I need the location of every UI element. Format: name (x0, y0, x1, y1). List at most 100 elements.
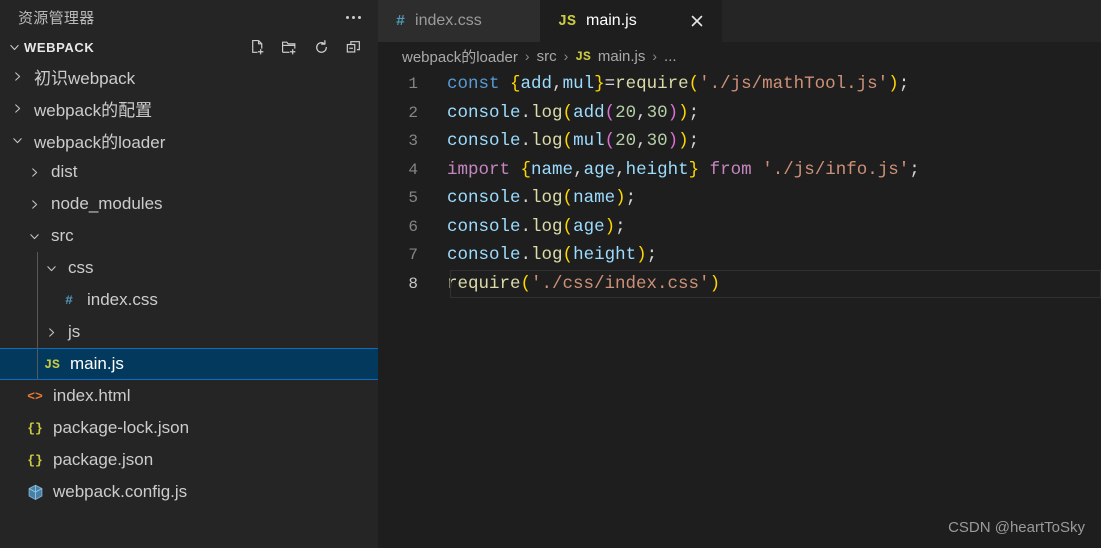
code-line-text: const {add,mul}=require('./js/mathTool.j… (447, 74, 910, 95)
chevron-right-icon (25, 195, 43, 213)
chevron-right-icon (25, 163, 43, 181)
tree-row-label: css (68, 258, 94, 277)
chevron-down-icon (42, 259, 60, 277)
webpack-section-header[interactable]: WEBPACK (0, 34, 378, 60)
line-number: 5 (408, 189, 418, 208)
breadcrumb-item[interactable]: main.js (598, 48, 646, 65)
code-editor[interactable]: 1 const {add,mul}=require('./js/mathTool.… (378, 70, 1101, 548)
line-number: 7 (408, 246, 418, 265)
code-line-text: console.log(height); (447, 245, 658, 266)
tree-row-label: main.js (70, 354, 124, 373)
refresh-icon[interactable] (312, 38, 330, 56)
code-line[interactable]: 4 import {name,age,height} from './js/inf… (378, 156, 1101, 185)
breadcrumb: webpack的loader › src › JS main.js ›... (378, 42, 1101, 70)
editor-area: # index.css JS main.js webpack的loader › src › J… (378, 0, 1101, 548)
tree-row[interactable]: webpack.config.js (0, 476, 378, 508)
editor-tab[interactable]: # index.css (378, 0, 540, 42)
tree-row[interactable]: {} package-lock.json (0, 412, 378, 444)
new-file-icon[interactable] (248, 38, 266, 56)
watermark: CSDN @heartToSky (948, 519, 1085, 536)
tree-row-label: dist (51, 162, 78, 181)
tree-row[interactable]: # index.css (0, 284, 378, 316)
dot-icon (345, 15, 349, 19)
code-line-text: require('./css/index.css') (447, 273, 721, 294)
breadcrumb-item[interactable]: src (537, 48, 557, 65)
tree-row[interactable]: src (0, 220, 378, 252)
code-line[interactable]: 6 console.log(age); (378, 213, 1101, 242)
tree-row[interactable]: js (0, 316, 378, 348)
collapse-all-icon[interactable] (344, 38, 362, 56)
tree-row-label: index.css (87, 290, 158, 309)
code-line-text: console.log(mul(20,30)); (447, 131, 700, 152)
explorer-sidebar: 资源管理器 WEBPACK 初识webpack webpack的配置 webpa… (0, 0, 378, 548)
tab-bar-empty-space (722, 0, 1101, 42)
tree-row[interactable]: dist (0, 156, 378, 188)
breadcrumb-separator-icon: › (563, 48, 569, 64)
chevron-down-icon (25, 227, 43, 245)
tree-row-label: webpack的配置 (34, 100, 153, 120)
dot-icon (351, 15, 355, 19)
code-line-text: console.log(name); (447, 188, 637, 209)
dot-icon (357, 15, 361, 19)
html-file-icon: <> (27, 388, 43, 404)
code-line[interactable]: 7 console.log(height); (378, 241, 1101, 270)
more-actions-button[interactable] (340, 6, 366, 28)
code-line[interactable]: 5 console.log(name); (378, 184, 1101, 213)
tab-label: main.js (586, 12, 637, 29)
new-folder-icon[interactable] (280, 38, 298, 56)
chevron-right-icon (42, 323, 60, 341)
json-file-icon: {} (27, 452, 43, 468)
tree-row-label: webpack.config.js (53, 482, 188, 501)
tree-row-label: webpack的loader (34, 132, 166, 152)
explorer-title-row: 资源管理器 (0, 0, 378, 34)
breadcrumb-item[interactable]: webpack的loader (402, 46, 518, 67)
json-file-icon: {} (27, 420, 43, 436)
section-action-bar (248, 38, 372, 56)
line-number: 2 (408, 103, 418, 122)
webpack-cube-icon (25, 484, 45, 501)
tree-row-label: package.json (53, 450, 154, 469)
breadcrumb-item[interactable]: ... (664, 48, 677, 65)
tree-row-label: package-lock.json (53, 418, 190, 437)
file-tree: 初识webpack webpack的配置 webpack的loader dist nod… (0, 60, 378, 508)
breadcrumb-separator-icon: › (524, 48, 530, 64)
tree-row-label: src (51, 226, 74, 245)
chevron-right-icon (8, 99, 26, 117)
tree-row-selected[interactable]: JS main.js (0, 348, 378, 380)
chevron-right-icon (8, 67, 26, 85)
tree-row[interactable]: {} package.json (0, 444, 378, 476)
tree-row[interactable]: webpack的配置 (0, 92, 378, 124)
code-line[interactable]: 8 require('./css/index.css') (378, 269, 1101, 298)
tree-row-label: node_modules (51, 194, 163, 213)
tree-row[interactable]: webpack的loader (0, 124, 378, 156)
breadcrumb-separator-icon: › (652, 48, 658, 64)
css-file-icon: # (65, 292, 73, 308)
line-number: 8 (408, 274, 418, 293)
chevron-down-icon (6, 39, 22, 55)
code-line[interactable]: 1 const {add,mul}=require('./js/mathTool.… (378, 70, 1101, 99)
line-number: 1 (408, 75, 418, 94)
js-file-icon: JS (575, 48, 591, 64)
tree-row[interactable]: css (0, 252, 378, 284)
section-title: WEBPACK (24, 39, 95, 55)
tab-label: index.css (415, 12, 482, 29)
code-line-text: import {name,age,height} from './js/info… (447, 159, 920, 180)
editor-tab-bar: # index.css JS main.js (378, 0, 1101, 42)
tree-row[interactable]: node_modules (0, 188, 378, 220)
tree-row[interactable]: <> index.html (0, 380, 378, 412)
editor-tab[interactable]: JS main.js (540, 0, 722, 42)
tree-row[interactable]: 初识webpack (0, 60, 378, 92)
js-file-icon: JS (44, 356, 60, 372)
indent-guide (37, 252, 38, 380)
line-number: 3 (408, 132, 418, 151)
vscode-window: 资源管理器 WEBPACK 初识webpack webpack的配置 webpa… (0, 0, 1101, 548)
line-number: 4 (408, 160, 418, 179)
code-line-text: console.log(age); (447, 216, 626, 237)
code-line[interactable]: 2 console.log(add(20,30)); (378, 99, 1101, 128)
code-line[interactable]: 3 console.log(mul(20,30)); (378, 127, 1101, 156)
close-icon[interactable] (686, 10, 708, 32)
code-line-text: console.log(add(20,30)); (447, 102, 700, 123)
line-number: 6 (408, 217, 418, 236)
chevron-down-icon (8, 131, 26, 149)
tree-row-label: index.html (53, 386, 131, 405)
